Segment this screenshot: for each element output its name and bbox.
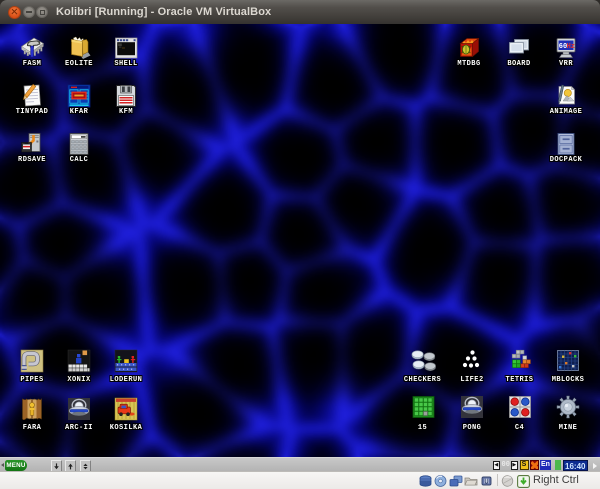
svg-text:Hz: Hz xyxy=(567,43,575,51)
